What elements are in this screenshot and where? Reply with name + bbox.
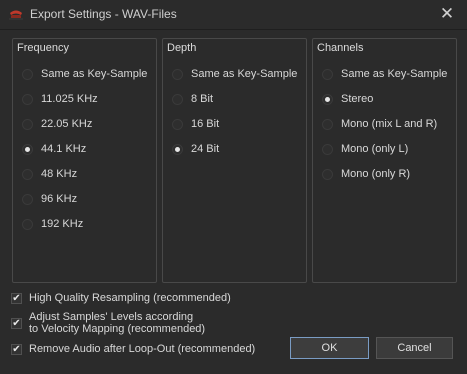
radio-channels-mono-left[interactable]: Mono (only L): [322, 141, 408, 157]
radio-label: Mono (only L): [341, 143, 409, 155]
radio-channels-same[interactable]: Same as Key-Sample: [322, 66, 447, 82]
ok-button[interactable]: OK: [290, 337, 369, 359]
radio-depth-16bit[interactable]: 16 Bit: [172, 116, 219, 132]
radio-label: Same as Key-Sample: [191, 68, 298, 80]
radio-label: Same as Key-Sample: [341, 68, 448, 80]
radio-button-selected[interactable]: [322, 93, 333, 105]
radio-depth-8bit[interactable]: 8 Bit: [172, 91, 213, 107]
radio-button[interactable]: [22, 118, 33, 130]
radio-button[interactable]: [322, 118, 333, 130]
remove-audio-checkbox[interactable]: ✔: [11, 344, 22, 355]
radio-button[interactable]: [22, 218, 33, 230]
radio-button-selected[interactable]: [172, 143, 183, 155]
radio-frequency-96[interactable]: 96 KHz: [22, 191, 77, 207]
radio-button[interactable]: [22, 193, 33, 205]
radio-label: 24 Bit: [191, 143, 220, 155]
high-quality-resampling-label: High Quality Resampling (recommended): [29, 292, 231, 304]
title-bar: Export Settings - WAV-Files ✕: [0, 0, 467, 30]
depth-group: Depth Same as Key-Sample 8 Bit 16 Bit 24…: [162, 38, 307, 283]
radio-frequency-192[interactable]: 192 KHz: [22, 216, 83, 232]
radio-frequency-same[interactable]: Same as Key-Sample: [22, 66, 147, 82]
radio-button[interactable]: [322, 143, 333, 155]
radio-frequency-441[interactable]: 44.1 KHz: [22, 141, 86, 157]
cancel-button[interactable]: Cancel: [376, 337, 453, 359]
radio-channels-stereo[interactable]: Stereo: [322, 91, 373, 107]
high-quality-resampling-checkbox[interactable]: ✔: [11, 293, 22, 304]
radio-button[interactable]: [322, 68, 333, 80]
frequency-title: Frequency: [17, 42, 69, 54]
radio-selected-dot: [175, 146, 180, 152]
radio-label: 192 KHz: [41, 218, 84, 230]
radio-button[interactable]: [22, 168, 33, 180]
radio-label: 16 Bit: [191, 118, 220, 130]
radio-button[interactable]: [322, 168, 333, 180]
adjust-levels-label-line1: Adjust Samples' Levels according: [29, 311, 194, 323]
radio-button[interactable]: [22, 93, 33, 105]
radio-label: Mono (only R): [341, 168, 411, 180]
radio-button[interactable]: [172, 118, 183, 130]
radio-channels-mono-right[interactable]: Mono (only R): [322, 166, 410, 182]
radio-button[interactable]: [22, 68, 33, 80]
radio-label: 48 KHz: [41, 168, 78, 180]
radio-label: 96 KHz: [41, 193, 78, 205]
radio-label: 44.1 KHz: [41, 143, 87, 155]
app-icon: [9, 10, 23, 20]
radio-label: Same as Key-Sample: [41, 68, 148, 80]
depth-title: Depth: [167, 42, 197, 54]
channels-group: Channels Same as Key-Sample Stereo Mono …: [312, 38, 457, 283]
remove-audio-option[interactable]: ✔ Remove Audio after Loop-Out (recommend…: [11, 343, 255, 355]
radio-depth-same[interactable]: Same as Key-Sample: [172, 66, 297, 82]
radio-label: 11.025 KHz: [41, 93, 98, 105]
adjust-levels-option[interactable]: ✔ Adjust Samples' Levels according to Ve…: [11, 311, 205, 335]
window-title: Export Settings - WAV-Files: [30, 7, 177, 21]
radio-channels-mono-mix[interactable]: Mono (mix L and R): [322, 116, 437, 132]
radio-label: Stereo: [341, 93, 374, 105]
adjust-levels-checkbox[interactable]: ✔: [11, 318, 22, 329]
channels-title: Channels: [317, 42, 364, 54]
radio-frequency-48[interactable]: 48 KHz: [22, 166, 77, 182]
radio-frequency-11025[interactable]: 11.025 KHz: [22, 91, 98, 107]
high-quality-resampling-option[interactable]: ✔ High Quality Resampling (recommended): [11, 292, 231, 304]
radio-depth-24bit[interactable]: 24 Bit: [172, 141, 219, 157]
radio-label: 22.05 KHz: [41, 118, 93, 130]
radio-selected-dot: [25, 146, 30, 152]
frequency-group: Frequency Same as Key-Sample 11.025 KHz …: [12, 38, 157, 283]
radio-frequency-2205[interactable]: 22.05 KHz: [22, 116, 92, 132]
radio-button[interactable]: [172, 68, 183, 80]
radio-label: Mono (mix L and R): [341, 118, 438, 130]
remove-audio-label: Remove Audio after Loop-Out (recommended…: [29, 343, 256, 355]
radio-button[interactable]: [172, 93, 183, 105]
close-icon[interactable]: ✕: [437, 4, 457, 24]
adjust-levels-label-line2: to Velocity Mapping (recommended): [29, 323, 206, 335]
radio-button-selected[interactable]: [22, 143, 33, 155]
radio-label: 8 Bit: [191, 93, 214, 105]
radio-selected-dot: [325, 96, 330, 102]
adjust-levels-label: Adjust Samples' Levels according to Velo…: [29, 311, 205, 335]
